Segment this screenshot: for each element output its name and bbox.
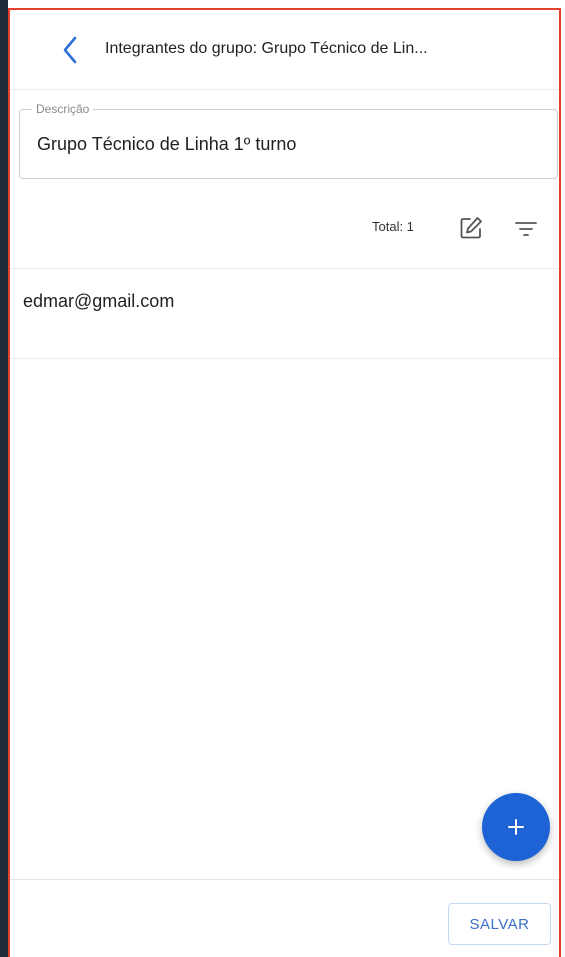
save-button[interactable]: SALVAR	[448, 903, 551, 945]
description-label: Descrição	[32, 102, 94, 116]
footer-divider	[10, 879, 559, 880]
edit-icon	[460, 217, 482, 239]
filter-icon	[515, 222, 537, 236]
page-title: Integrantes do grupo: Grupo Técnico de L…	[105, 40, 428, 57]
description-field[interactable]: Descrição Grupo Técnico de Linha 1º turn…	[19, 102, 558, 179]
total-count: Total: 1	[372, 219, 414, 234]
add-member-button[interactable]	[482, 793, 550, 861]
chevron-left-icon	[63, 36, 77, 64]
background-strip	[0, 0, 8, 957]
edit-button[interactable]	[458, 215, 484, 241]
app-header: Integrantes do grupo: Grupo Técnico de L…	[10, 10, 559, 90]
filter-button[interactable]	[515, 219, 537, 239]
plus-icon	[508, 819, 524, 835]
member-list-item[interactable]: edmar@gmail.com	[10, 269, 559, 359]
screen: Integrantes do grupo: Grupo Técnico de L…	[0, 0, 565, 957]
description-value[interactable]: Grupo Técnico de Linha 1º turno	[37, 134, 296, 155]
app-frame: Integrantes do grupo: Grupo Técnico de L…	[8, 8, 561, 957]
back-button[interactable]	[58, 34, 82, 66]
member-email: edmar@gmail.com	[23, 291, 175, 311]
